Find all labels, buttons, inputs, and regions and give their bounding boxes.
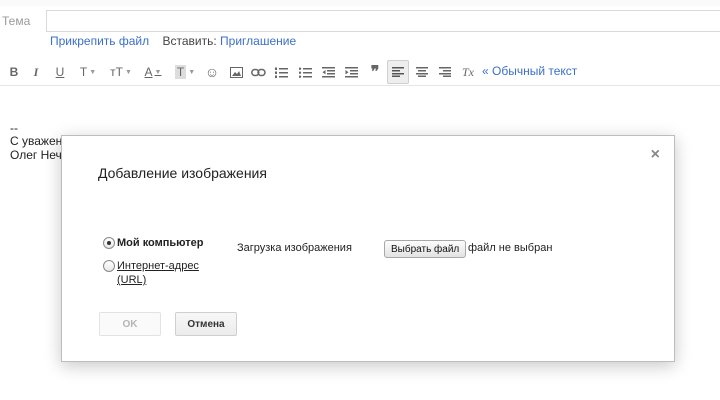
close-icon[interactable]: × — [651, 146, 660, 164]
radio-my-computer[interactable] — [103, 237, 115, 249]
background-color-button[interactable]: T ▼ — [172, 60, 198, 84]
indent-button[interactable] — [343, 60, 359, 84]
underline-button[interactable]: U — [52, 60, 68, 84]
option-web-address-label: Интернет-адрес (URL) — [117, 260, 199, 286]
font-icon: T — [79, 65, 88, 79]
numbered-list-icon — [274, 67, 288, 78]
radio-web-address[interactable] — [103, 260, 115, 272]
chevron-down-icon: ▼ — [188, 68, 196, 76]
bold-icon: B — [9, 65, 19, 79]
link-icon — [250, 68, 266, 76]
ok-button[interactable]: OK — [99, 312, 161, 336]
formatting-toolbar: B I U T ▼ тT ▼ A ▼ T ▼ ☺ ❞ Tx « Обычный … — [0, 60, 720, 86]
emoji-icon: ☺ — [204, 64, 220, 80]
outdent-icon — [321, 66, 335, 77]
upload-image-label: Загрузка изображения — [237, 242, 352, 254]
subject-input[interactable] — [46, 10, 720, 32]
outdent-button[interactable] — [320, 60, 336, 84]
font-size-button[interactable]: тT ▼ — [108, 60, 134, 84]
chevron-down-icon: ▼ — [89, 68, 97, 76]
italic-icon: I — [33, 64, 39, 79]
chevron-down-icon: ▼ — [124, 68, 132, 76]
top-edge — [0, 0, 720, 6]
insert-image-dialog: Добавление изображения × Мой компьютер И… — [61, 135, 675, 362]
insert-link-button[interactable] — [249, 60, 267, 84]
indent-icon — [344, 66, 358, 77]
signature-line-1: С уважен — [10, 134, 63, 148]
no-file-chosen-text: файл не выбран — [468, 242, 553, 254]
remove-formatting-button[interactable]: Tx — [459, 60, 477, 84]
text-color-icon: A — [144, 65, 153, 79]
option-my-computer[interactable]: Мой компьютер — [103, 236, 204, 250]
chevron-down-icon: ▼ — [154, 68, 162, 76]
attach-row: Прикрепить файл Вставить: Приглашение — [50, 34, 296, 48]
cancel-button[interactable]: Отмена — [175, 312, 237, 336]
text-color-button[interactable]: A ▼ — [140, 60, 166, 84]
dialog-title: Добавление изображения — [98, 165, 267, 181]
plain-text-link[interactable]: « Обычный текст — [482, 64, 577, 78]
signature-line-2: Олег Неча — [10, 148, 69, 162]
remove-formatting-icon: Tx — [462, 64, 474, 79]
underline-icon: U — [55, 65, 65, 79]
align-right-button[interactable] — [436, 60, 454, 84]
font-family-button[interactable]: T ▼ — [76, 60, 100, 84]
bg-color-icon: T — [174, 65, 187, 79]
font-size-icon: тT — [110, 65, 123, 79]
option-web-address[interactable]: Интернет-адрес (URL) — [103, 259, 215, 287]
invitation-link[interactable]: Приглашение — [220, 34, 296, 48]
signature-dash: -- — [10, 121, 18, 135]
bold-button[interactable]: B — [6, 60, 22, 84]
bulleted-list-icon — [298, 67, 312, 78]
align-left-button[interactable] — [387, 60, 409, 84]
choose-file-button[interactable]: Выбрать файл — [384, 240, 467, 258]
attach-file-link[interactable]: Прикрепить файл — [50, 34, 149, 48]
bulleted-list-button[interactable] — [297, 60, 313, 84]
numbered-list-button[interactable] — [273, 60, 289, 84]
align-right-icon — [439, 67, 451, 77]
subject-label: Тема — [2, 14, 31, 28]
italic-button[interactable]: I — [28, 60, 44, 84]
option-my-computer-label: Мой компьютер — [117, 237, 204, 249]
align-center-icon — [416, 67, 428, 77]
quote-icon: ❞ — [370, 64, 380, 81]
quote-button[interactable]: ❞ — [366, 60, 384, 84]
insert-image-button[interactable] — [227, 60, 245, 84]
align-center-button[interactable] — [413, 60, 431, 84]
align-left-icon — [392, 67, 404, 77]
insert-label: Вставить: — [162, 34, 217, 48]
emoji-button[interactable]: ☺ — [203, 60, 221, 84]
image-icon — [229, 66, 243, 78]
